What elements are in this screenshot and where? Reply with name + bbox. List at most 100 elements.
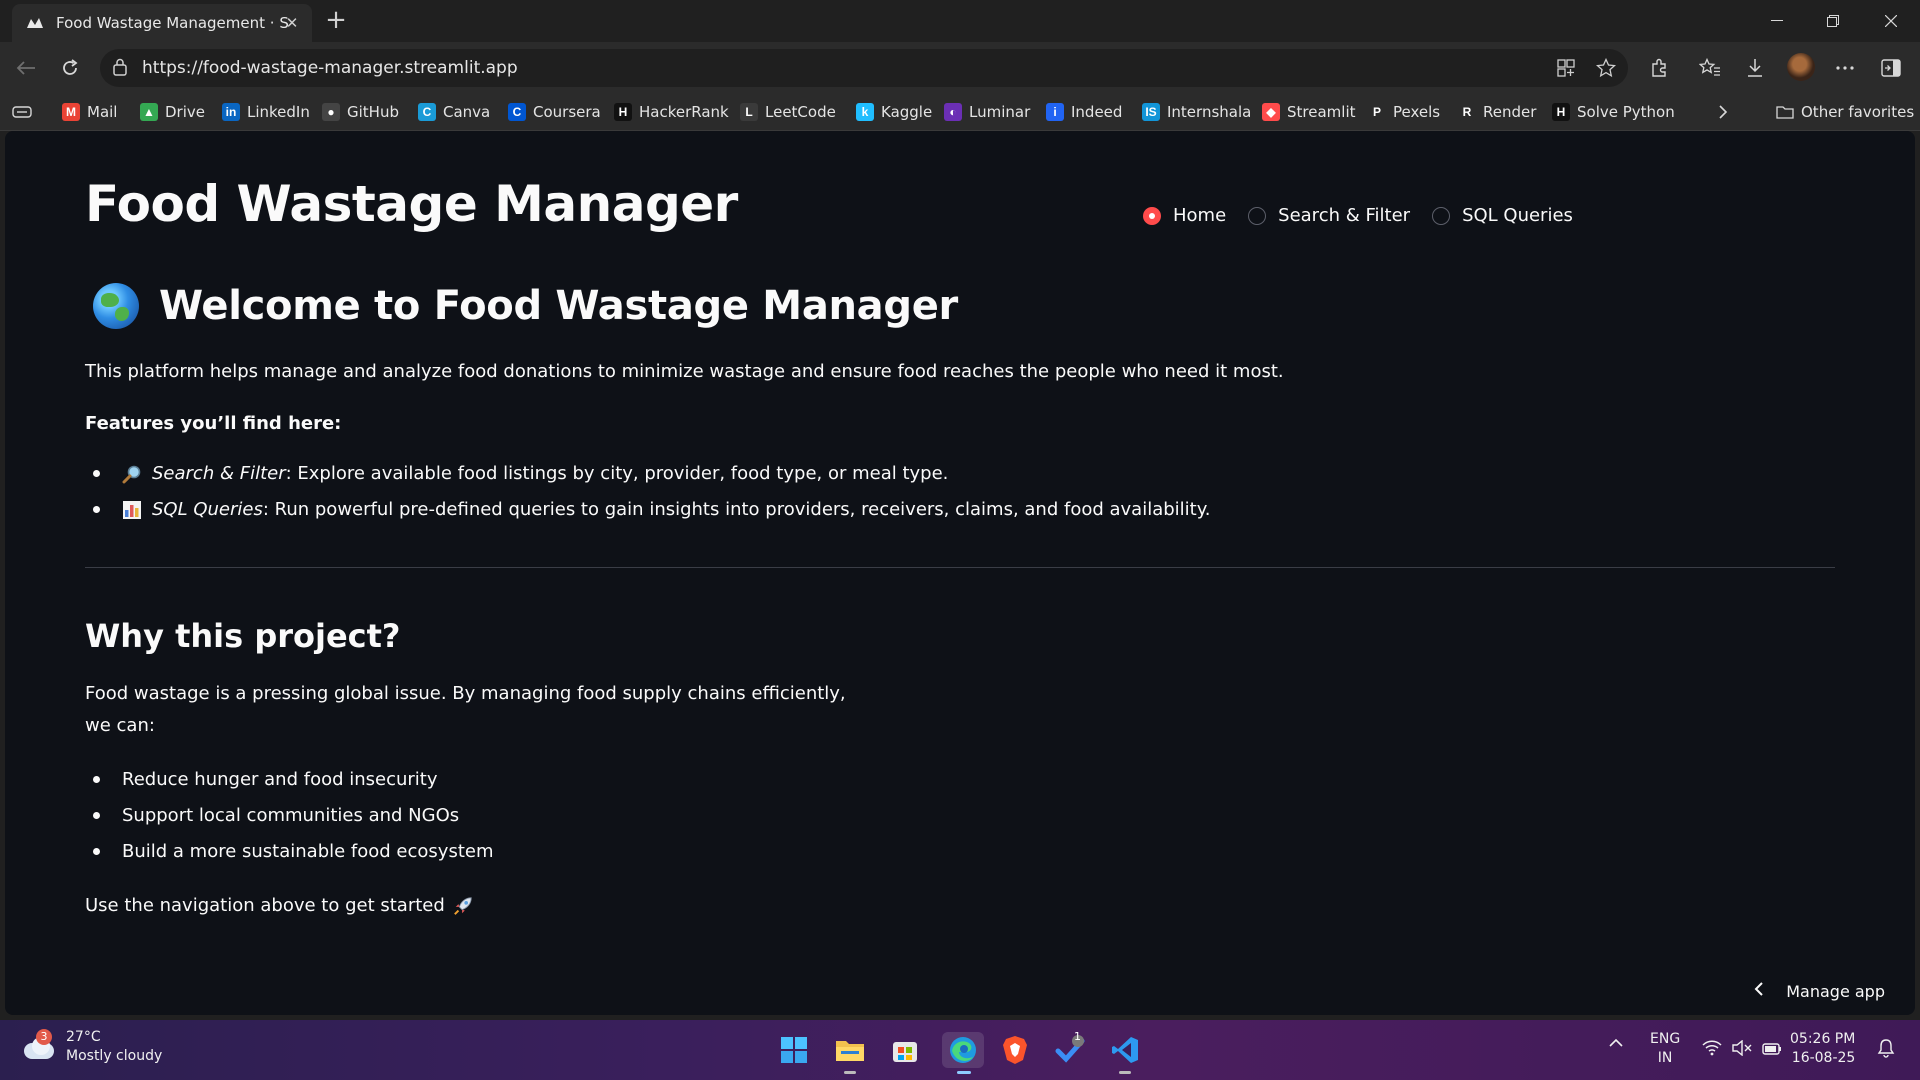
gmail-icon: M xyxy=(62,103,80,121)
show-hidden-icons-chevron-icon[interactable] xyxy=(1608,1036,1624,1052)
bookmark-label: Streamlit xyxy=(1287,103,1356,121)
streamlit-favicon-icon xyxy=(26,14,44,32)
bookmark-leetcode[interactable]: L LeetCode xyxy=(740,94,836,130)
folder-icon xyxy=(1776,103,1794,121)
radio-selected-icon[interactable] xyxy=(1143,206,1161,225)
cta-text: Use the navigation above to get started xyxy=(85,893,483,919)
vscode-icon[interactable] xyxy=(1107,1032,1143,1074)
system-clock[interactable]: 05:26 PM 16-08-25 xyxy=(1790,1030,1855,1068)
canva-icon: C xyxy=(418,103,436,121)
benefit-text: Build a more sustainable food ecosystem xyxy=(122,841,494,862)
downloads-icon[interactable] xyxy=(1741,54,1769,82)
bookmark-solve-python[interactable]: H Solve Python xyxy=(1552,94,1675,130)
rocket-icon xyxy=(453,896,473,916)
radio-unselected-icon[interactable] xyxy=(1432,206,1451,225)
bookmark-github[interactable]: ● GitHub xyxy=(322,94,399,130)
wifi-icon[interactable] xyxy=(1702,1040,1722,1060)
bookmark-label: HackerRank xyxy=(639,103,729,121)
bookmark-streamlit[interactable]: ◆ Streamlit xyxy=(1262,94,1356,130)
bookmark-label: Coursera xyxy=(533,103,601,121)
divider xyxy=(85,567,1835,568)
lock-icon[interactable] xyxy=(112,58,128,80)
bookmark-luminar[interactable]: ◐ Luminar xyxy=(944,94,1030,130)
weather-widget[interactable]: 3 27°C Mostly cloudy xyxy=(22,1028,162,1066)
profile-avatar[interactable] xyxy=(1787,53,1815,81)
close-window-button[interactable] xyxy=(1868,6,1914,36)
windows-start-icon[interactable] xyxy=(776,1032,812,1068)
bookmark-label: Pexels xyxy=(1393,103,1441,121)
temperature: 27°C xyxy=(66,1029,101,1045)
bookmark-render[interactable]: R Render xyxy=(1458,94,1536,130)
weather-condition: Mostly cloudy xyxy=(66,1048,163,1064)
nav-radio-search-filter[interactable]: Search & Filter xyxy=(1248,205,1410,226)
pexels-icon: P xyxy=(1368,103,1386,121)
restore-button[interactable] xyxy=(1810,6,1856,36)
chevron-left-icon xyxy=(1754,981,1764,1001)
intro-text: This platform helps manage and analyze f… xyxy=(85,361,1284,382)
bookmark-label: Indeed xyxy=(1071,103,1123,121)
app-content: Food Wastage Manager Home Search & Filte… xyxy=(5,131,1915,1015)
extensions-icon[interactable] xyxy=(1645,54,1673,82)
coursera-icon: C xyxy=(508,103,526,121)
sidebar-toggle-icon[interactable] xyxy=(1877,54,1905,82)
bookmark-hackerrank[interactable]: H HackerRank xyxy=(614,94,729,130)
weather-badge: 3 xyxy=(36,1029,52,1045)
magnifier-icon xyxy=(122,464,142,484)
nav-radio-sql-queries[interactable]: SQL Queries xyxy=(1432,205,1573,226)
battery-icon[interactable] xyxy=(1762,1040,1782,1060)
favorite-star-icon[interactable] xyxy=(1595,57,1617,79)
bookmark-drive[interactable]: ▲ Drive xyxy=(140,94,205,130)
more-menu-icon[interactable] xyxy=(1831,54,1859,82)
notifications-bell-icon[interactable] xyxy=(1876,1038,1896,1062)
bullet-icon xyxy=(93,506,100,513)
bookmark-label: Kaggle xyxy=(881,103,933,121)
bookmark-label: LinkedIn xyxy=(247,103,310,121)
input-language[interactable]: ENG IN xyxy=(1650,1030,1680,1068)
bookmarks-overflow-chevron-icon[interactable] xyxy=(1718,94,1728,130)
bookmark-indeed[interactable]: i Indeed xyxy=(1046,94,1122,130)
bookmark-pexels[interactable]: P Pexels xyxy=(1368,94,1440,130)
bookmark-internshala[interactable]: IS Internshala xyxy=(1142,94,1251,130)
app-available-icon[interactable] xyxy=(1555,57,1577,79)
brave-browser-icon[interactable] xyxy=(997,1032,1033,1068)
volume-muted-icon[interactable] xyxy=(1732,1039,1752,1060)
address-bar[interactable]: https://food-wastage-manager.streamlit.a… xyxy=(100,49,1628,87)
why-text-line-2: we can: xyxy=(85,715,155,736)
leetcode-icon: L xyxy=(740,103,758,121)
favorites-icon[interactable] xyxy=(1696,54,1724,82)
microsoft-store-icon[interactable] xyxy=(887,1032,923,1068)
tab-title: Food Wastage Management · Streamlit xyxy=(56,14,288,32)
feature-text: : Run powerful pre-defined queries to ga… xyxy=(262,499,1211,520)
benefit-item: Build a more sustainable food ecosystem xyxy=(93,841,494,862)
benefit-item: Reduce hunger and food insecurity xyxy=(93,769,438,790)
url-text[interactable]: https://food-wastage-manager.streamlit.a… xyxy=(142,58,518,78)
bullet-icon xyxy=(93,776,100,783)
other-favorites[interactable]: Other favorites xyxy=(1776,94,1914,130)
minimize-button[interactable] xyxy=(1754,6,1800,36)
bullet-icon xyxy=(93,470,100,477)
tab-actions-icon[interactable] xyxy=(12,94,32,130)
manage-app-button[interactable]: Manage app xyxy=(1754,981,1885,1001)
clock-time: 05:26 PM xyxy=(1790,1031,1856,1047)
bookmark-label: Solve Python xyxy=(1577,103,1675,121)
bookmark-label: Canva xyxy=(443,103,491,121)
radio-unselected-icon[interactable] xyxy=(1248,206,1267,225)
edge-browser-icon[interactable] xyxy=(942,1032,984,1074)
feature-text: : Explore available food listings by cit… xyxy=(285,463,949,484)
back-button[interactable] xyxy=(10,52,42,84)
bookmark-linkedin[interactable]: in LinkedIn xyxy=(222,94,310,130)
nav-radio-home[interactable]: Home xyxy=(1143,205,1226,226)
tasks-app-icon[interactable]: 1 xyxy=(1052,1030,1088,1068)
bookmark-mail[interactable]: M Mail xyxy=(62,94,117,130)
browser-tab[interactable]: Food Wastage Management · Streamlit ✕ xyxy=(12,4,312,42)
bookmark-canva[interactable]: C Canva xyxy=(418,94,490,130)
why-heading: Why this project? xyxy=(85,617,401,655)
feature-item: SQL Queries : Run powerful pre-defined q… xyxy=(93,499,1211,520)
feature-name: Search & Filter xyxy=(152,463,286,484)
close-tab-icon[interactable]: ✕ xyxy=(282,13,302,33)
bookmark-kaggle[interactable]: k Kaggle xyxy=(856,94,932,130)
file-explorer-icon[interactable] xyxy=(832,1032,868,1074)
bookmark-coursera[interactable]: C Coursera xyxy=(508,94,601,130)
reload-button[interactable] xyxy=(54,52,86,84)
new-tab-button[interactable]: + xyxy=(322,6,350,34)
